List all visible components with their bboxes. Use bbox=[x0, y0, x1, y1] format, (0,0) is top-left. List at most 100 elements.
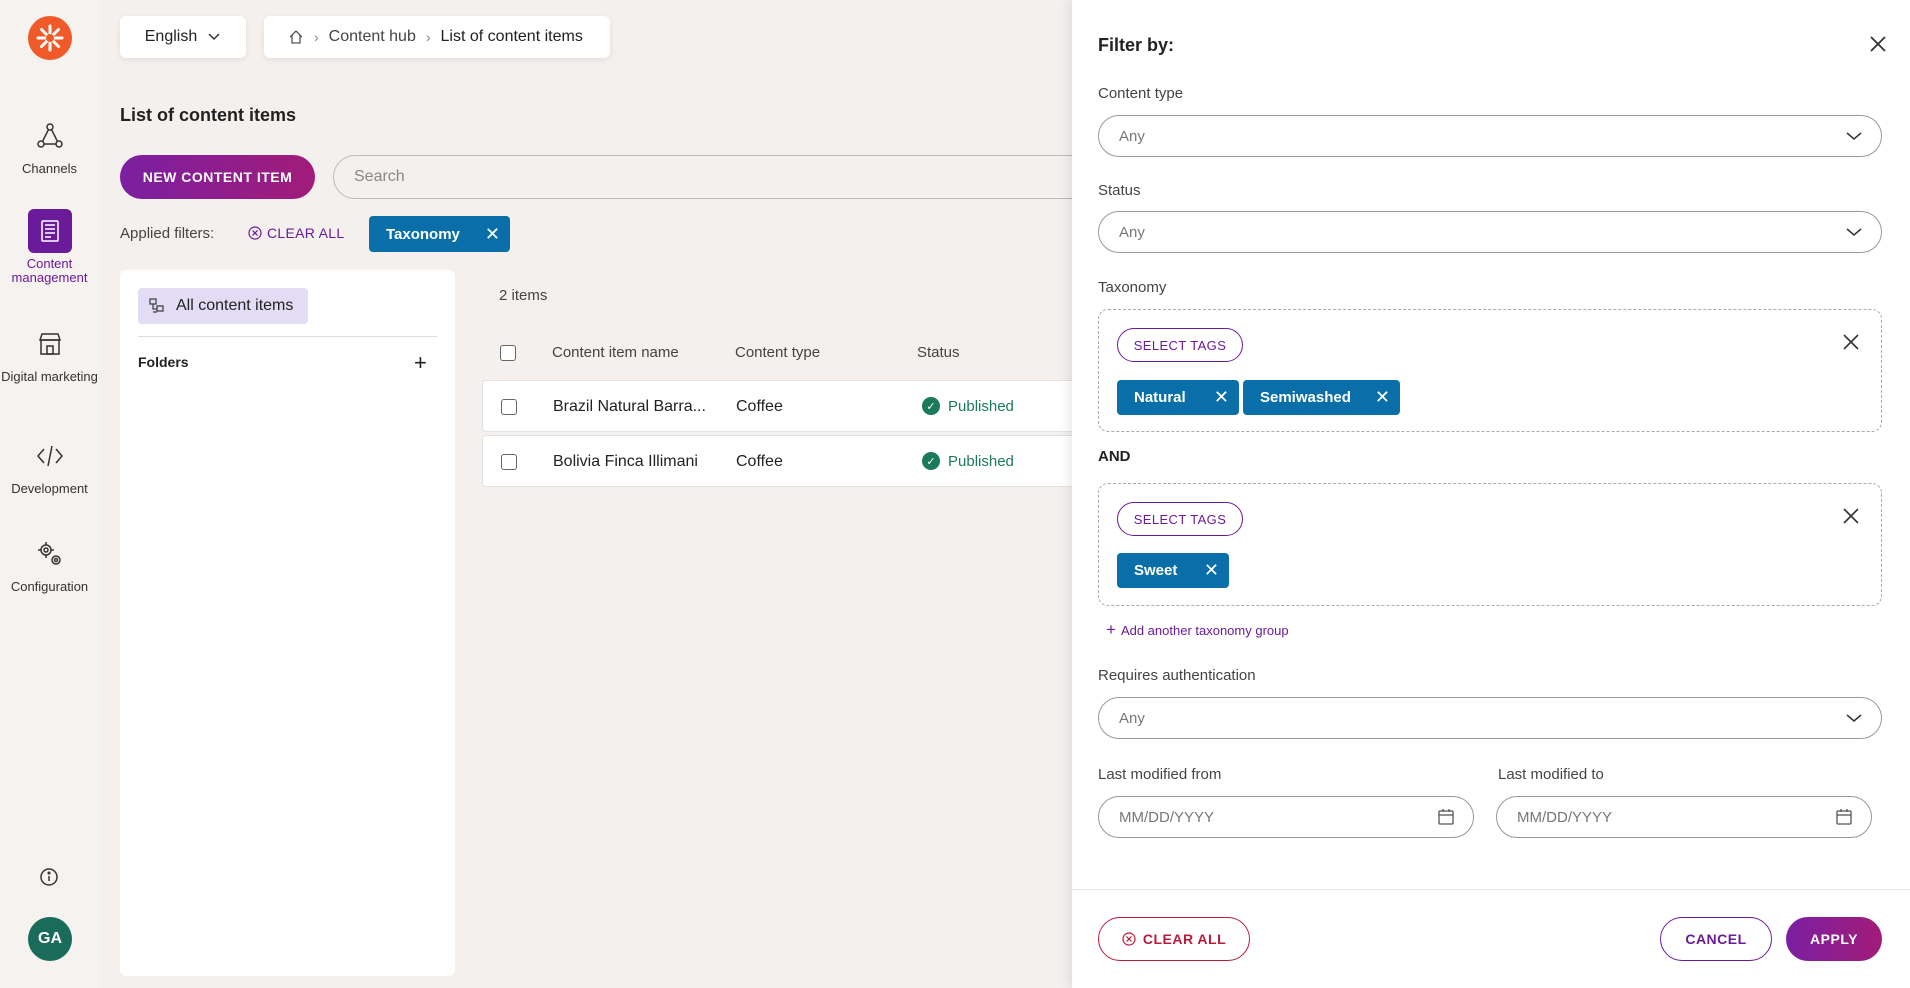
nav-label: Development bbox=[11, 481, 88, 496]
status-value: Any bbox=[1119, 223, 1145, 241]
all-content-items-label: All content items bbox=[176, 297, 294, 314]
content-management-icon bbox=[40, 220, 59, 242]
clear-all-label: CLEAR ALL bbox=[267, 225, 345, 241]
close-icon[interactable]: ✕ bbox=[1204, 560, 1219, 581]
add-group-label: Add another taxonomy group bbox=[1120, 622, 1289, 638]
tag-chip[interactable]: Semiwashed ✕ bbox=[1243, 380, 1400, 415]
table-row[interactable]: Brazil Natural Barra... Coffee ✓ Publish… bbox=[482, 380, 1082, 432]
chip-label: Sweet bbox=[1134, 562, 1178, 579]
tag-chip[interactable]: Sweet ✕ bbox=[1117, 553, 1229, 588]
folders-label: Folders bbox=[138, 354, 189, 370]
status-filter-label: Status bbox=[1098, 182, 1141, 199]
nav-digital-marketing[interactable]: Digital marketing bbox=[0, 322, 99, 384]
taxonomy-label: Taxonomy bbox=[1098, 279, 1167, 296]
applied-filters-label: Applied filters: bbox=[120, 225, 215, 242]
calendar-icon[interactable] bbox=[1835, 808, 1853, 826]
clear-circle-icon bbox=[1122, 932, 1136, 946]
select-all-checkbox[interactable] bbox=[500, 345, 516, 361]
close-icon[interactable]: ✕ bbox=[1375, 387, 1390, 408]
table-row[interactable]: Bolivia Finca Illimani Coffee ✓ Publishe… bbox=[482, 435, 1082, 487]
close-icon[interactable]: ✕ bbox=[485, 224, 500, 245]
app-logo[interactable] bbox=[28, 16, 72, 60]
cell-name: Bolivia Finca Illimani bbox=[553, 453, 698, 470]
search-input[interactable] bbox=[333, 155, 1093, 199]
cancel-button[interactable]: CANCEL bbox=[1660, 917, 1772, 961]
items-count: 2 items bbox=[499, 287, 548, 304]
nav-development[interactable]: Development bbox=[0, 434, 99, 496]
status-badge: ✓ Published bbox=[922, 452, 1014, 470]
row-checkbox[interactable] bbox=[501, 454, 517, 470]
modified-from-input[interactable]: MM/DD/YYYY bbox=[1098, 796, 1474, 838]
clear-all-button[interactable]: CLEAR ALL bbox=[1098, 917, 1250, 961]
folders-panel: All content items Folders + bbox=[120, 270, 455, 976]
applied-filter-chip[interactable]: Taxonomy ✕ bbox=[369, 216, 510, 252]
divider bbox=[138, 336, 437, 337]
taxonomy-group: SELECT TAGS Sweet ✕ bbox=[1098, 483, 1882, 606]
status-select[interactable]: Any bbox=[1098, 211, 1882, 253]
date-placeholder: MM/DD/YYYY bbox=[1517, 808, 1613, 826]
language-value: English bbox=[144, 28, 198, 45]
chevron-down-icon bbox=[1846, 714, 1862, 722]
filter-panel: Filter by: Content type Any Status Any T… bbox=[1072, 0, 1910, 988]
page-title: List of content items bbox=[120, 105, 297, 125]
requires-auth-select[interactable]: Any bbox=[1098, 697, 1882, 739]
nav-label: Configuration bbox=[10, 579, 89, 594]
modified-to-label: Last modified to bbox=[1498, 766, 1604, 783]
auth-value: Any bbox=[1119, 709, 1145, 727]
left-navigation: Channels Content management Digital mark… bbox=[0, 0, 99, 988]
content-tree-icon bbox=[149, 298, 164, 313]
gears-icon bbox=[37, 542, 61, 565]
chevron-down-icon bbox=[1846, 228, 1862, 236]
breadcrumb: › Content hub › List of content items bbox=[264, 16, 610, 58]
breadcrumb-separator: › bbox=[425, 29, 431, 45]
add-folder-icon[interactable]: + bbox=[414, 350, 427, 376]
nav-content-management[interactable]: Content management bbox=[0, 209, 99, 285]
plus-icon: + bbox=[1106, 620, 1116, 639]
filter-panel-title: Filter by: bbox=[1098, 35, 1175, 55]
clear-all-label: CLEAR ALL bbox=[1142, 931, 1227, 947]
all-content-items-button[interactable]: All content items bbox=[138, 288, 308, 324]
add-taxonomy-group-link[interactable]: + Add another taxonomy group bbox=[1106, 620, 1289, 640]
close-icon[interactable] bbox=[1841, 506, 1861, 526]
select-tags-button[interactable]: SELECT TAGS bbox=[1117, 502, 1243, 536]
column-header-name[interactable]: Content item name bbox=[552, 344, 679, 361]
nav-configuration[interactable]: Configuration bbox=[0, 532, 99, 594]
home-icon[interactable] bbox=[288, 29, 304, 45]
clear-all-filters-link[interactable]: CLEAR ALL bbox=[248, 225, 344, 241]
logo-icon bbox=[36, 24, 64, 52]
content-type-select[interactable]: Any bbox=[1098, 115, 1882, 157]
auth-label: Requires authentication bbox=[1098, 667, 1256, 684]
close-icon[interactable] bbox=[1866, 32, 1890, 56]
chevron-down-icon bbox=[1846, 132, 1862, 140]
modified-to-input[interactable]: MM/DD/YYYY bbox=[1496, 796, 1872, 838]
close-icon[interactable]: ✕ bbox=[1214, 387, 1229, 408]
tag-chip[interactable]: Natural ✕ bbox=[1117, 380, 1239, 415]
select-tags-button[interactable]: SELECT TAGS bbox=[1117, 328, 1243, 362]
close-icon[interactable] bbox=[1841, 332, 1861, 352]
clear-circle-icon bbox=[248, 226, 262, 240]
user-avatar[interactable]: GA bbox=[28, 917, 72, 961]
nav-label: Content management bbox=[11, 256, 88, 285]
info-icon[interactable] bbox=[38, 866, 60, 888]
column-header-type[interactable]: Content type bbox=[735, 344, 820, 361]
chip-label: Taxonomy bbox=[386, 225, 460, 243]
nav-channels[interactable]: Channels bbox=[0, 114, 99, 176]
cell-type: Coffee bbox=[736, 453, 783, 470]
row-checkbox[interactable] bbox=[501, 399, 517, 415]
channels-icon bbox=[36, 123, 63, 148]
new-content-item-button[interactable]: NEW CONTENT ITEM bbox=[120, 155, 315, 199]
check-circle-icon: ✓ bbox=[922, 397, 940, 415]
language-selector[interactable]: English bbox=[120, 16, 246, 58]
nav-label: Channels bbox=[22, 161, 77, 176]
chip-label: Natural bbox=[1134, 389, 1186, 406]
footer-divider bbox=[1072, 889, 1910, 890]
apply-button[interactable]: APPLY bbox=[1786, 917, 1882, 961]
date-placeholder: MM/DD/YYYY bbox=[1119, 808, 1215, 826]
content-type-label: Content type bbox=[1098, 85, 1184, 102]
code-icon bbox=[36, 445, 63, 467]
column-header-status[interactable]: Status bbox=[917, 344, 960, 361]
breadcrumb-content-hub[interactable]: Content hub bbox=[329, 28, 416, 46]
calendar-icon[interactable] bbox=[1437, 808, 1455, 826]
status-badge: ✓ Published bbox=[922, 397, 1014, 415]
content-type-value: Any bbox=[1119, 127, 1145, 145]
